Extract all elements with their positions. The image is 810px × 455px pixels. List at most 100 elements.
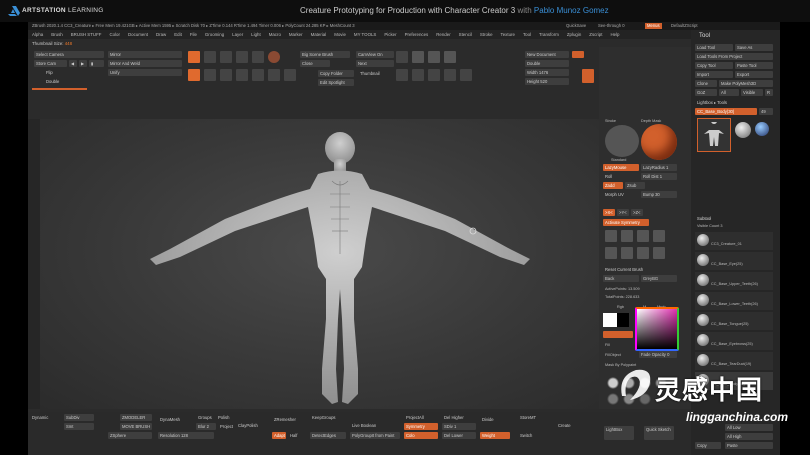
- adapt-button[interactable]: Adapt: [272, 432, 286, 439]
- subtool-item[interactable]: CC3_Creature_01: [695, 232, 773, 250]
- menu-item[interactable]: Zscript: [589, 32, 602, 37]
- greybg-button[interactable]: GreyBG: [641, 275, 677, 282]
- next-cam-icon[interactable]: ▶: [79, 60, 87, 67]
- menus-toggle[interactable]: Menus: [645, 23, 662, 29]
- subtool-item[interactable]: CC_Base_Lower_Teeth(26): [695, 292, 773, 310]
- zmodeler-button[interactable]: ZMODELER: [120, 414, 152, 421]
- cam-options-icon[interactable]: ▮: [89, 60, 104, 67]
- brush-slot-8-icon[interactable]: [653, 247, 665, 259]
- xyz-icon[interactable]: [268, 69, 280, 81]
- live-boolean-button[interactable]: Live Boolean: [350, 422, 390, 429]
- double-doc-button[interactable]: Double: [525, 60, 569, 67]
- project-all-button[interactable]: ProjectAll: [404, 414, 438, 421]
- keep-groups-button[interactable]: KeepGroups: [310, 414, 350, 421]
- groups-icon[interactable]: [428, 51, 440, 63]
- claypolish-button[interactable]: ClayPolish: [236, 422, 266, 429]
- polypaint-button[interactable]: [603, 331, 633, 338]
- flip-button[interactable]: Flip: [34, 69, 69, 76]
- menu-item[interactable]: Transform: [539, 32, 559, 37]
- subtool-header[interactable]: Subtool: [695, 215, 773, 222]
- unify-button[interactable]: Unify: [108, 69, 182, 76]
- all-button[interactable]: All: [719, 89, 739, 96]
- back-button[interactable]: Back: [603, 275, 639, 282]
- zremesher-button[interactable]: ZRemesher: [272, 416, 306, 423]
- lazyradius-slider[interactable]: LazyRadius 1: [641, 164, 677, 171]
- subtool-item[interactable]: CC_Base_Eye(25): [695, 252, 773, 270]
- see-through[interactable]: See-through 0: [598, 22, 625, 30]
- bump-slider[interactable]: Bump 30: [641, 191, 677, 198]
- menu-item[interactable]: Light: [251, 32, 261, 37]
- menu-item[interactable]: Marker: [289, 32, 303, 37]
- lazymouse-button[interactable]: LazyMouse: [603, 164, 639, 171]
- clone-button[interactable]: Clone: [695, 80, 717, 87]
- big-scene-brush-button[interactable]: Big Scene Brush: [300, 51, 350, 58]
- persp-icon[interactable]: [460, 69, 472, 81]
- weight-button[interactable]: Weight: [480, 432, 510, 439]
- select-camera-button[interactable]: Select Camera: [34, 51, 104, 58]
- menu-item[interactable]: Grooming: [205, 32, 224, 37]
- menu-item[interactable]: Alpha: [32, 32, 43, 37]
- draw-size-slider[interactable]: [32, 88, 87, 90]
- subdiv-slider[interactable]: SubDiv: [64, 414, 94, 421]
- storemt-button[interactable]: StoreMT: [518, 414, 548, 421]
- sym-y-button[interactable]: >Y<: [617, 209, 629, 216]
- menu-item[interactable]: Brush: [51, 32, 62, 37]
- brush-slot-4-icon[interactable]: [653, 230, 665, 242]
- paste-tool-button[interactable]: Paste Tool: [735, 62, 773, 69]
- solo-icon[interactable]: [268, 51, 280, 63]
- brush-slot-1-icon[interactable]: [605, 230, 617, 242]
- store-cam-button[interactable]: Store Cam: [34, 60, 67, 67]
- polyf-icon[interactable]: [252, 69, 264, 81]
- detect-edges-button[interactable]: DetectEdges: [310, 432, 346, 439]
- menu-item[interactable]: Color: [109, 32, 120, 37]
- menu-item[interactable]: Movie: [334, 32, 346, 37]
- thumbnail-button[interactable]: Thumbnail: [358, 70, 388, 77]
- zsub-button[interactable]: Zsub: [625, 182, 645, 189]
- transp-icon[interactable]: [396, 69, 408, 81]
- local-icon[interactable]: [220, 69, 232, 81]
- half-button[interactable]: Half: [288, 432, 304, 439]
- sdiv-slider[interactable]: SDiv 1: [442, 423, 476, 430]
- roll-button[interactable]: Roll: [603, 173, 639, 180]
- r-button[interactable]: R: [765, 89, 773, 96]
- save-doc-button[interactable]: [572, 51, 584, 58]
- dynamesh-button[interactable]: DynaMesh: [158, 416, 188, 423]
- create-button[interactable]: Create: [556, 422, 586, 429]
- polish-button[interactable]: Polish: [216, 414, 236, 421]
- groups-button[interactable]: Groups: [196, 414, 216, 421]
- copy-folder-button[interactable]: Copy Folder: [318, 70, 354, 77]
- brush-slot-7-icon[interactable]: [637, 247, 649, 259]
- brush-slot-5-icon[interactable]: [605, 247, 617, 259]
- viewport[interactable]: [40, 119, 617, 409]
- scale-icon[interactable]: [220, 51, 232, 63]
- reset-brush-button[interactable]: Reset Current Brush: [603, 266, 677, 273]
- menu-item[interactable]: Stroke: [480, 32, 493, 37]
- menu-item[interactable]: Layer: [232, 32, 243, 37]
- polyframe-icon[interactable]: [444, 51, 456, 63]
- projection-master-button[interactable]: [582, 69, 594, 83]
- menu-item[interactable]: MY TOOLS: [354, 32, 376, 37]
- subtool-item[interactable]: CC_Base_Upper_Teeth(26): [695, 272, 773, 290]
- menu-item[interactable]: Material: [311, 32, 327, 37]
- camview-button[interactable]: CamView On: [356, 51, 394, 58]
- activate-symmetry-button[interactable]: Activate Symmetry: [603, 219, 649, 226]
- smt-slider[interactable]: Smt: [64, 423, 94, 430]
- spotlight-icon[interactable]: [412, 51, 424, 63]
- zsphere-button[interactable]: ZSphere: [108, 432, 152, 439]
- load-project-button[interactable]: Load Tools From Project: [695, 53, 773, 60]
- make-polymesh-button[interactable]: Make PolyMesh3D: [719, 80, 773, 87]
- roll-dist-slider[interactable]: Roll Dist 1: [641, 173, 677, 180]
- edit-icon[interactable]: [188, 51, 200, 63]
- del-lower-button[interactable]: Del Lower: [442, 432, 476, 439]
- move-icon[interactable]: [204, 51, 216, 63]
- standard-brush-icon[interactable]: [605, 125, 639, 157]
- frame-icon[interactable]: [204, 69, 216, 81]
- sym-x-button[interactable]: >X<: [603, 209, 615, 216]
- menu-item[interactable]: Document: [128, 32, 148, 37]
- zadd-button[interactable]: Zadd: [603, 182, 623, 189]
- symmetry-button[interactable]: Symmetry: [404, 423, 438, 430]
- draw-icon[interactable]: [188, 69, 200, 81]
- menu-item[interactable]: Texture: [501, 32, 515, 37]
- menu-item[interactable]: Render: [436, 32, 450, 37]
- project-button[interactable]: Project: [218, 423, 238, 430]
